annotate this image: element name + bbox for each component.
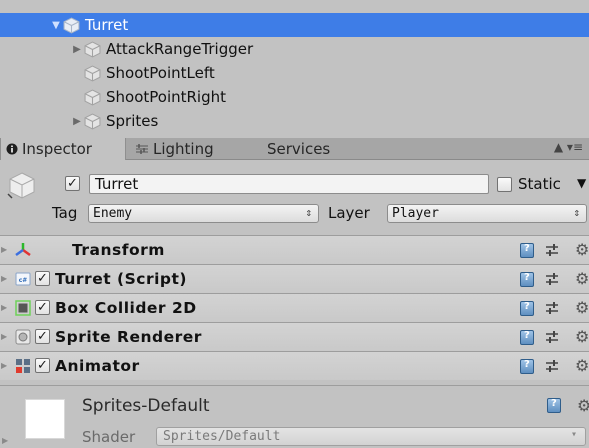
fold-collapsed-icon[interactable]: ▶ (1, 245, 7, 254)
gear-icon[interactable]: ⚙ (575, 298, 589, 317)
tab-label: Services (267, 140, 331, 158)
hierarchy-panel: ▼ Turret ▶ AttackRangeTrigger ShootPoint… (0, 0, 589, 140)
hierarchy-item-attackrangetrigger[interactable]: ▶ AttackRangeTrigger (0, 37, 589, 61)
component-title: Box Collider 2D (55, 299, 197, 317)
gear-icon[interactable]: ⚙ (575, 240, 589, 259)
transform-axes-icon (14, 241, 32, 259)
svg-text:c#: c# (19, 277, 28, 284)
help-book-icon[interactable] (520, 359, 534, 374)
fold-collapsed-icon[interactable]: ▶ (1, 303, 7, 312)
component-turret-script[interactable]: ▶ c# ✓ Turret (Script) ⚙ (0, 264, 589, 293)
hierarchy-item-label: Sprites (106, 112, 159, 130)
help-book-icon[interactable] (547, 398, 561, 413)
layer-label: Layer (328, 204, 370, 222)
shader-dropdown[interactable]: Sprites/Default ▾ (156, 427, 586, 446)
updown-arrow-icon: ⇕ (305, 206, 312, 219)
tag-label: Tag (52, 204, 78, 222)
sprite-renderer-icon (14, 328, 32, 346)
component-enabled-checkbox[interactable]: ✓ (35, 300, 50, 315)
material-name: Sprites-Default (82, 396, 210, 416)
object-name-field[interactable]: Turret (89, 174, 489, 194)
fold-collapsed-icon[interactable]: ▶ (1, 332, 7, 341)
info-icon (6, 143, 18, 155)
gameobject-cube-icon (63, 16, 80, 34)
tab-lighting[interactable]: Lighting (135, 138, 214, 160)
gameobject-cube-icon (84, 112, 101, 130)
static-checkbox[interactable] (497, 177, 512, 192)
gear-icon[interactable]: ⚙ (577, 396, 589, 415)
component-enabled-checkbox[interactable]: ✓ (35, 329, 50, 344)
help-book-icon[interactable] (520, 272, 534, 287)
component-enabled-checkbox[interactable]: ✓ (35, 358, 50, 373)
gameobject-cube-icon (84, 40, 101, 58)
component-box-collider-2d[interactable]: ▶ ✓ Box Collider 2D ⚙ (0, 293, 589, 322)
preset-sliders-icon[interactable] (544, 329, 560, 345)
static-label: Static (518, 175, 561, 193)
static-dropdown-arrow-icon[interactable]: ▼ (577, 176, 586, 190)
hierarchy-item-turret[interactable]: ▼ Turret (0, 13, 589, 37)
gameobject-cube-icon (84, 64, 101, 82)
animator-icon (14, 357, 32, 375)
hierarchy-item-label: ShootPointRight (106, 88, 227, 106)
tag-value: Enemy (93, 206, 133, 221)
preset-sliders-icon[interactable] (544, 358, 560, 374)
tab-label: Lighting (153, 140, 214, 158)
component-title: Animator (55, 357, 140, 375)
preset-sliders-icon[interactable] (544, 242, 560, 258)
gameobject-cube-icon (84, 88, 101, 106)
gameobject-large-cube-icon (7, 172, 35, 199)
tab-label: Inspector (22, 140, 92, 158)
help-book-icon[interactable] (520, 243, 534, 258)
lighting-icon (135, 143, 149, 155)
hierarchy-item-label: ShootPointLeft (106, 64, 215, 82)
component-transform[interactable]: ▶ Transform ⚙ (0, 235, 589, 264)
component-title: Transform (72, 241, 165, 259)
layer-value: Player (392, 206, 439, 221)
material-preview-thumbnail[interactable] (25, 399, 65, 439)
box-collider-2d-icon (14, 299, 32, 317)
hierarchy-item-label: AttackRangeTrigger (106, 40, 254, 58)
preset-sliders-icon[interactable] (544, 271, 560, 287)
fold-expanded-icon[interactable]: ▼ (49, 20, 63, 31)
active-checkbox[interactable]: ✓ (65, 176, 80, 191)
gear-icon[interactable]: ⚙ (575, 327, 589, 346)
fold-collapsed-icon[interactable]: ▶ (70, 44, 84, 55)
material-section: Sprites-Default ⚙ Shader Sprites/Default… (0, 385, 589, 448)
tag-dropdown[interactable]: Enemy ⇕ (88, 204, 319, 223)
hierarchy-item-shootpointright[interactable]: ShootPointRight (0, 85, 589, 109)
csharp-script-icon: c# (14, 270, 32, 288)
component-sprite-renderer[interactable]: ▶ ✓ Sprite Renderer ⚙ (0, 322, 589, 351)
tab-lock-menu-icon[interactable]: ▲ ▾≡ (554, 140, 583, 154)
preset-sliders-icon[interactable] (544, 300, 560, 316)
gear-icon[interactable]: ⚙ (575, 356, 589, 375)
tab-inspector[interactable]: Inspector (0, 138, 126, 160)
dropdown-arrow-icon: ▾ (570, 429, 577, 440)
fold-collapsed-icon[interactable]: ▶ (2, 436, 8, 445)
gear-icon[interactable]: ⚙ (575, 269, 589, 288)
tab-services[interactable]: Services (267, 138, 330, 160)
hierarchy-item-label: Turret (85, 16, 129, 34)
shader-label: Shader (82, 428, 136, 446)
shader-value: Sprites/Default (163, 429, 281, 444)
fold-collapsed-icon[interactable]: ▶ (1, 274, 7, 283)
component-animator[interactable]: ▶ ✓ Animator ⚙ (0, 351, 589, 380)
help-book-icon[interactable] (520, 301, 534, 316)
component-title: Turret (Script) (55, 270, 187, 288)
help-book-icon[interactable] (520, 330, 534, 345)
hierarchy-item-shootpointleft[interactable]: ShootPointLeft (0, 61, 589, 85)
tab-bar: Inspector Lighting Services ▲ ▾≡ (0, 138, 589, 160)
fold-collapsed-icon[interactable]: ▶ (1, 361, 7, 370)
hierarchy-item-sprites[interactable]: ▶ Sprites (0, 109, 589, 133)
fold-collapsed-icon[interactable]: ▶ (70, 116, 84, 127)
component-title: Sprite Renderer (55, 328, 202, 346)
component-enabled-checkbox[interactable]: ✓ (35, 271, 50, 286)
updown-arrow-icon: ⇕ (573, 206, 580, 219)
layer-dropdown[interactable]: Player ⇕ (387, 204, 587, 223)
object-name-value: Turret (95, 175, 139, 193)
